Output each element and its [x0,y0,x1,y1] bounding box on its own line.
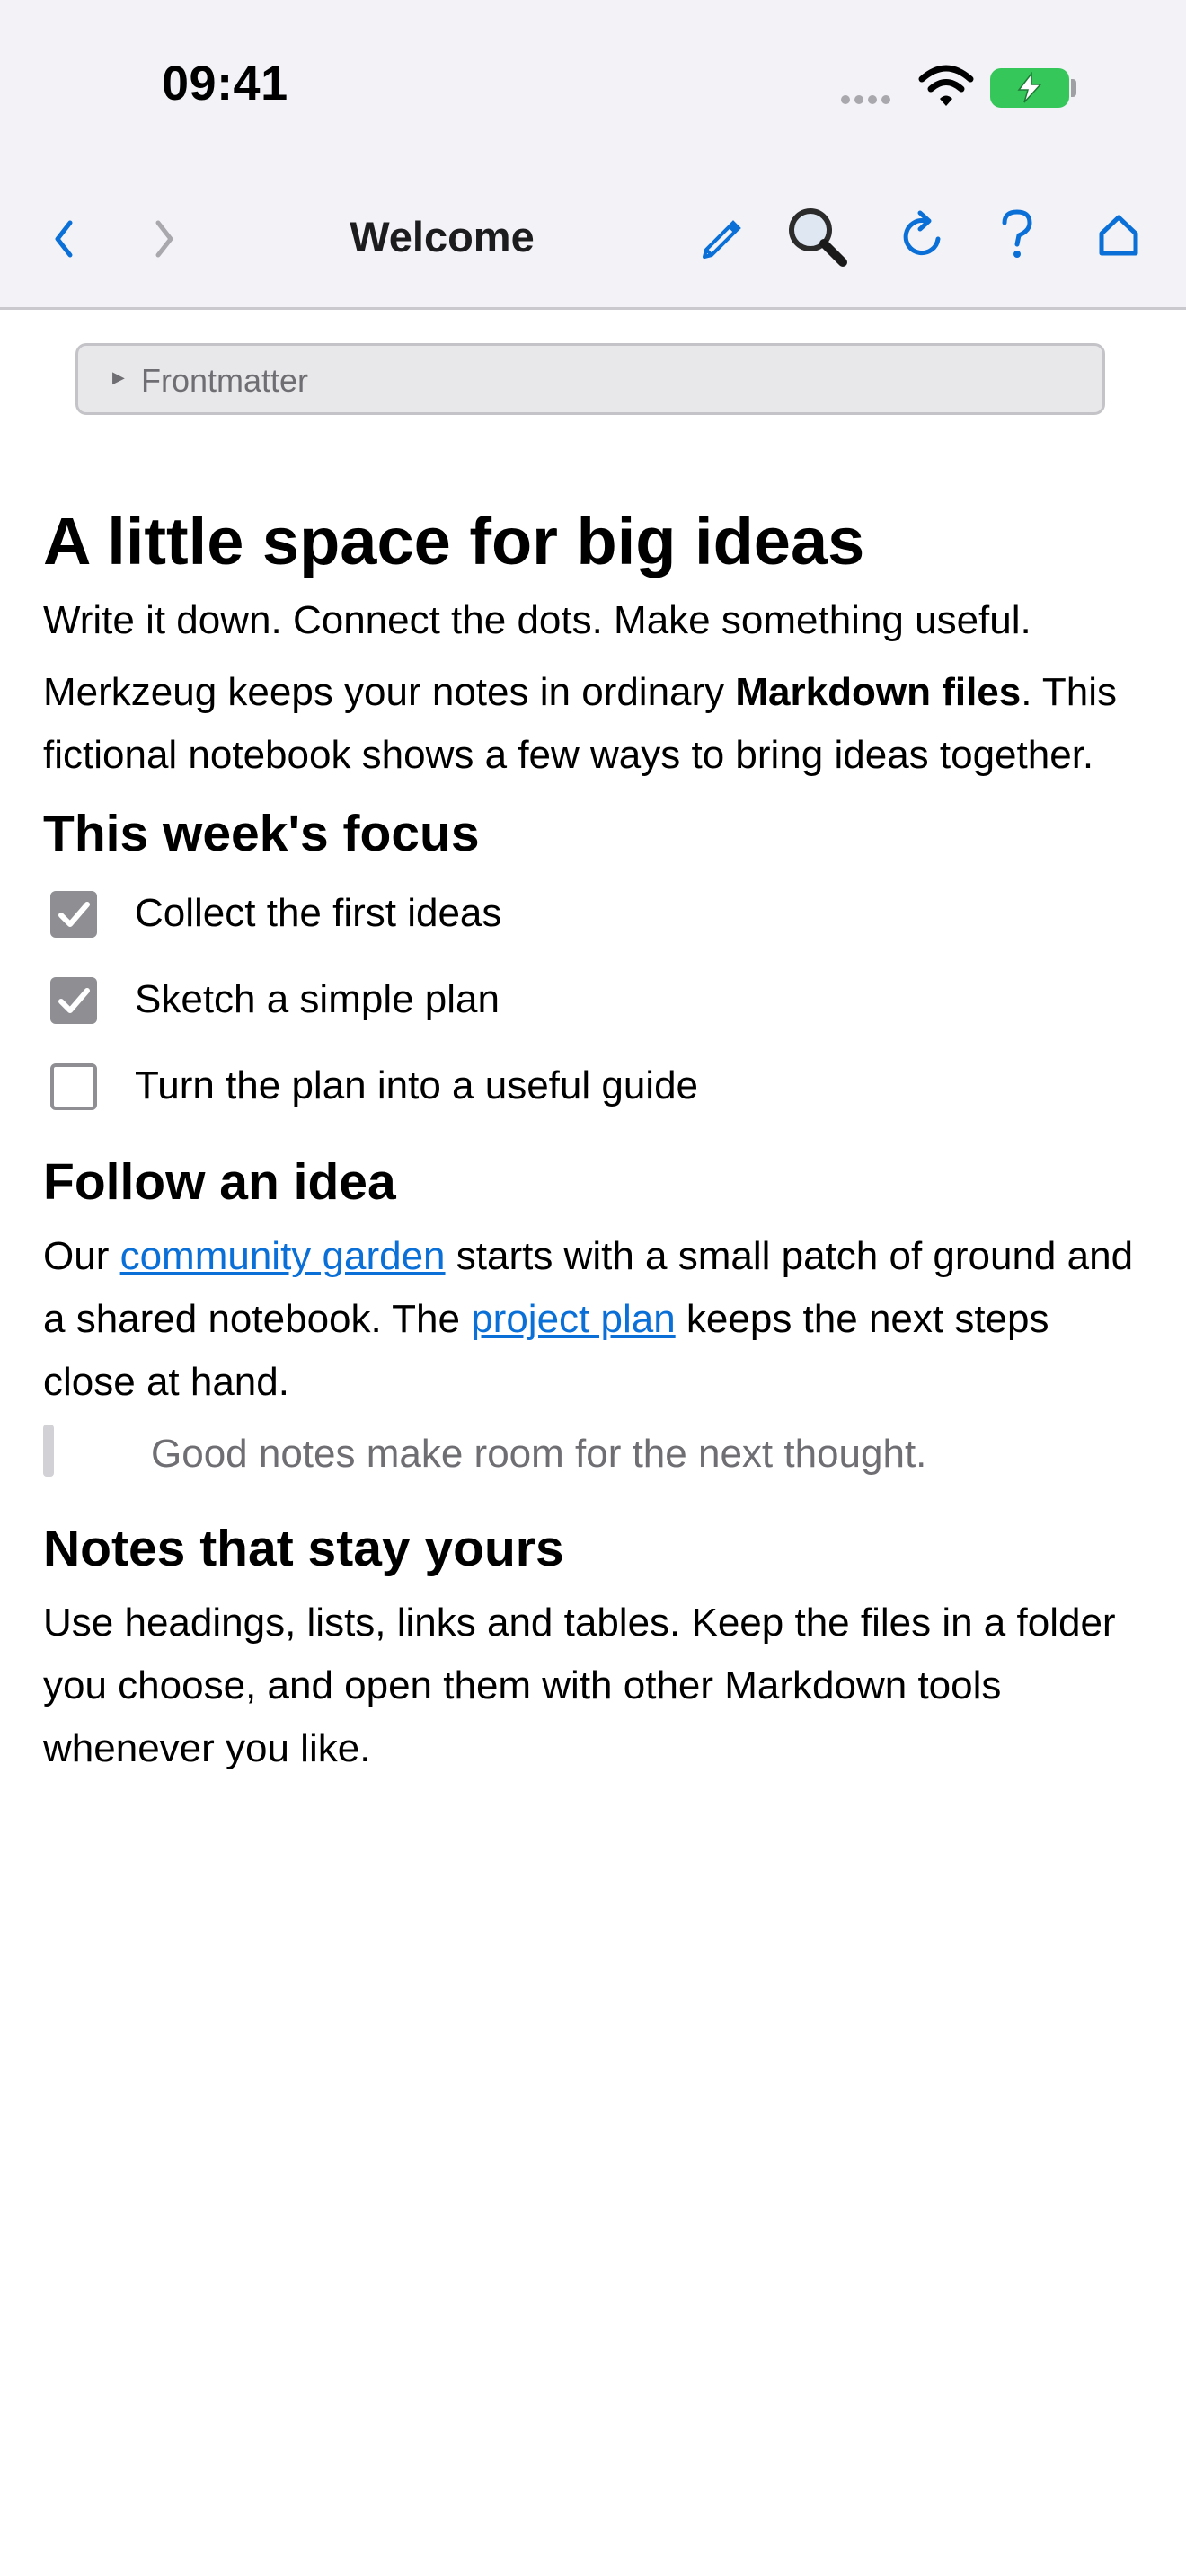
disclosure-triangle-icon: ▶ [112,368,125,386]
reload-icon [903,210,941,256]
follow-heading: Follow an idea [43,1153,396,1211]
yours-heading: Notes that stay yours [43,1520,564,1577]
intro2-bold: Markdown files [735,670,1022,714]
doc-title: A little space for big ideas [43,504,865,578]
edit-button[interactable] [697,214,744,265]
intro2-pre: Merkzeug keeps your notes in ordinary [43,670,736,714]
project-plan-link[interactable]: project plan [471,1297,675,1341]
quote-bar [43,1425,54,1477]
top-bar: 09:41 Welcome [0,0,1186,310]
community-garden-link[interactable]: community garden [120,1234,446,1278]
help-icon [1002,209,1032,258]
pencil-icon [703,220,741,259]
intro-paragraph-1: Write it down. Connect the dots. Make so… [43,598,1031,642]
status-time: 09:41 [162,57,288,110]
task-item: Turn the plan into a useful guide [43,1049,1139,1135]
document-body: A little space for big ideas Write it do… [43,503,1139,1789]
follow-text-1: Our [43,1234,120,1278]
reload-button[interactable] [898,208,949,267]
task-label: Turn the plan into a useful guide [135,1063,699,1107]
task-checkbox[interactable] [50,1063,97,1110]
task-item: Collect the first ideas [43,877,1139,963]
blockquote: Good notes make room for the next though… [43,1423,1139,1491]
home-icon [1099,215,1138,256]
task-label: Collect the first ideas [135,891,502,935]
yours-paragraph: Use headings, lists, links and tables. K… [43,1601,1116,1770]
battery-tip [1071,79,1076,97]
task-item: Sketch a simple plan [43,963,1139,1049]
intro-paragraph-2: Merkzeug keeps your notes in ordinary Ma… [43,661,1139,787]
search-button[interactable] [785,205,850,274]
page-title: Welcome [350,213,535,260]
task-checkbox[interactable] [50,891,97,938]
magnifier-icon [789,208,847,267]
checkmark-icon [58,902,90,927]
follow-paragraph: Our community garden starts with a small… [43,1225,1139,1414]
frontmatter-disclosure[interactable]: ▶ Frontmatter [75,343,1105,415]
frontmatter-label: Frontmatter [141,362,309,399]
task-checkbox[interactable] [50,977,97,1024]
wifi-icon [918,65,974,112]
home-button[interactable] [1096,212,1141,263]
signal-dots-icon [841,93,895,109]
focus-heading: This week's focus [43,805,480,862]
battery-icon [990,68,1069,108]
checkmark-icon [58,988,90,1013]
task-label: Sketch a simple plan [135,977,500,1021]
help-button[interactable] [997,208,1037,267]
quote-text: Good notes make room for the next though… [151,1432,927,1476]
